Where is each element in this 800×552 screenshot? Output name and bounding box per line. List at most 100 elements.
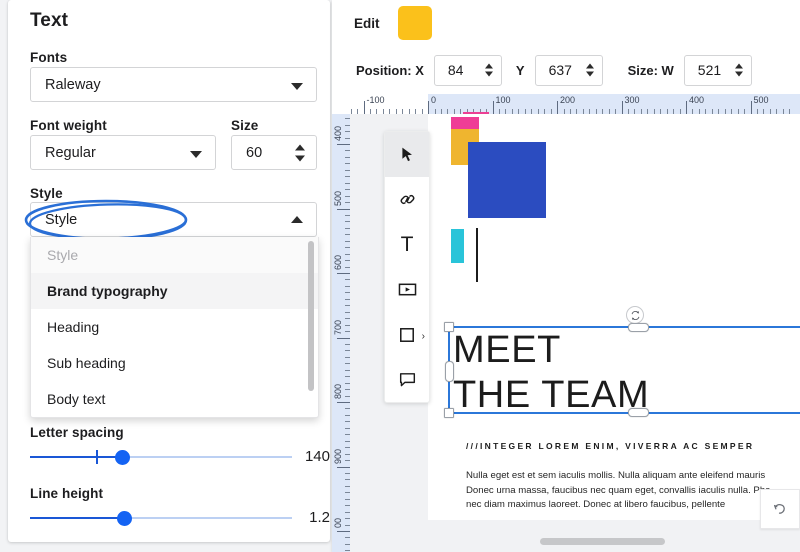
style-dropdown-list[interactable]: Style Brand typography Heading Sub headi… [30, 237, 319, 418]
ruler-tick [345, 440, 350, 442]
ruler-tick [544, 109, 546, 114]
vertical-ruler[interactable]: 400 500 600 700 800 900 00 [332, 114, 350, 552]
size-w-stepper[interactable]: 521 [683, 54, 752, 86]
text-properties-panel: Text Fonts Raleway Font weight Regular S… [8, 0, 330, 542]
font-weight-select[interactable]: Regular [30, 135, 216, 170]
chevron-right-icon[interactable]: › [422, 331, 425, 342]
ruler-tick [750, 101, 752, 114]
link-icon [400, 195, 414, 204]
spinner-icon[interactable] [295, 144, 305, 161]
ruler-tick [518, 109, 520, 114]
position-x-stepper[interactable]: 84 [433, 54, 502, 86]
style-option-heading[interactable]: Heading [31, 309, 318, 345]
ruler-tick [428, 101, 429, 114]
stepper-down-icon[interactable] [585, 71, 594, 77]
ruler-tick [345, 395, 350, 397]
style-select[interactable]: Style [30, 202, 317, 237]
stepper-up-icon[interactable] [484, 63, 493, 69]
comment-icon [399, 372, 415, 386]
ruler-tick [345, 537, 350, 539]
blue-block-shape[interactable] [468, 142, 546, 218]
letter-spacing-slider[interactable] [30, 448, 292, 466]
ruler-label: 0 [431, 95, 437, 105]
headline-text[interactable]: MEET THE TEAM [453, 328, 649, 418]
canvas-horizontal-scrollbar[interactable] [540, 538, 665, 545]
headline-selection-box[interactable]: MEET THE TEAM [444, 322, 800, 418]
ruler-tick [576, 109, 578, 114]
ruler-tick [345, 479, 350, 481]
ruler-tick [345, 247, 350, 249]
ruler-tick [345, 492, 350, 494]
pink-bar-shape[interactable] [451, 117, 479, 129]
media-tool[interactable] [385, 267, 429, 312]
select-tool[interactable] [385, 132, 429, 177]
spinner-icon[interactable] [734, 63, 743, 77]
position-y-stepper[interactable]: 637 [534, 54, 603, 86]
ruler-tick [345, 311, 350, 313]
stepper-up-icon[interactable] [585, 63, 594, 69]
ruler-tick [345, 305, 350, 307]
font-size-stepper[interactable]: 60 [231, 135, 317, 170]
line-height-slider[interactable] [30, 509, 292, 527]
font-weight-value: Regular [45, 144, 96, 161]
ruler-tick [756, 109, 758, 114]
comment-tool[interactable] [385, 357, 429, 402]
edit-toolbar: Edit [332, 0, 800, 47]
ruler-tick [376, 109, 378, 114]
ruler-tick [737, 109, 739, 114]
stepper-down-icon[interactable] [295, 155, 305, 161]
canvas-page[interactable]: MEET THE TEAM ///INTEGER LOREM ENIM, VIV… [428, 114, 800, 520]
stepper-up-icon[interactable] [734, 63, 743, 69]
ruler-tick [345, 356, 350, 358]
text-T-icon: T [400, 232, 414, 256]
shape-tool[interactable]: › [385, 312, 429, 357]
link-tool[interactable] [385, 177, 429, 222]
style-option-brand-typography[interactable]: Brand typography [31, 273, 318, 309]
ruler-tick [589, 109, 591, 114]
dropdown-scrollbar[interactable] [308, 241, 314, 391]
spinner-icon[interactable] [585, 63, 594, 77]
ruler-tick [345, 434, 350, 436]
ruler-label: 300 [624, 95, 640, 105]
size-w-label: Size: W [627, 62, 674, 78]
rotate-icon[interactable] [626, 306, 644, 324]
undo-button[interactable] [760, 489, 800, 529]
canvas-area[interactable]: MEET THE TEAM ///INTEGER LOREM ENIM, VIV… [350, 114, 800, 552]
slider-fill [30, 517, 125, 519]
horizontal-ruler[interactable]: -100 0 100 200 300 400 500 [332, 94, 800, 114]
ruler-tick [345, 131, 350, 133]
ruler-tick [440, 109, 442, 114]
ruler-tick [337, 144, 350, 145]
ruler-tick [345, 550, 350, 552]
spinner-icon[interactable] [484, 63, 493, 77]
style-option-placeholder[interactable]: Style [31, 237, 318, 273]
ruler-tick [640, 109, 642, 114]
ruler-tick [345, 324, 350, 326]
slider-thumb[interactable] [117, 511, 133, 526]
color-swatch-button[interactable] [397, 6, 432, 40]
eyebrow-text[interactable]: ///INTEGER LOREM ENIM, VIVERRA AC SEMPER [466, 441, 754, 451]
black-rule-shape[interactable] [476, 228, 478, 282]
ruler-tick [789, 109, 791, 114]
ruler-tick [345, 382, 350, 384]
chevron-down-icon [291, 82, 303, 90]
style-option-sub-heading[interactable]: Sub heading [31, 345, 318, 381]
font-size-value: 60 [246, 144, 263, 161]
stepper-down-icon[interactable] [484, 71, 493, 77]
font-weight-label: Font weight [30, 118, 107, 133]
stepper-down-icon[interactable] [734, 71, 743, 77]
body-text[interactable]: Nulla eget est et sem iaculis mollis. Nu… [466, 469, 800, 513]
position-y-value: 637 [548, 62, 572, 78]
fonts-select[interactable]: Raleway [30, 67, 317, 102]
ruler-tick [345, 163, 350, 165]
ruler-tick [345, 176, 350, 178]
ruler-tick [711, 109, 713, 114]
ruler-tick [345, 447, 350, 449]
stepper-up-icon[interactable] [295, 144, 305, 150]
editor-panel: Edit Position: X 84 Y 637 Size: W 521 -1… [332, 0, 800, 552]
style-option-label: Style [47, 247, 79, 263]
style-option-body-text[interactable]: Body text [31, 381, 318, 417]
text-tool[interactable]: T [385, 222, 429, 267]
slider-thumb[interactable] [114, 450, 130, 465]
cyan-bar-shape[interactable] [451, 229, 464, 263]
